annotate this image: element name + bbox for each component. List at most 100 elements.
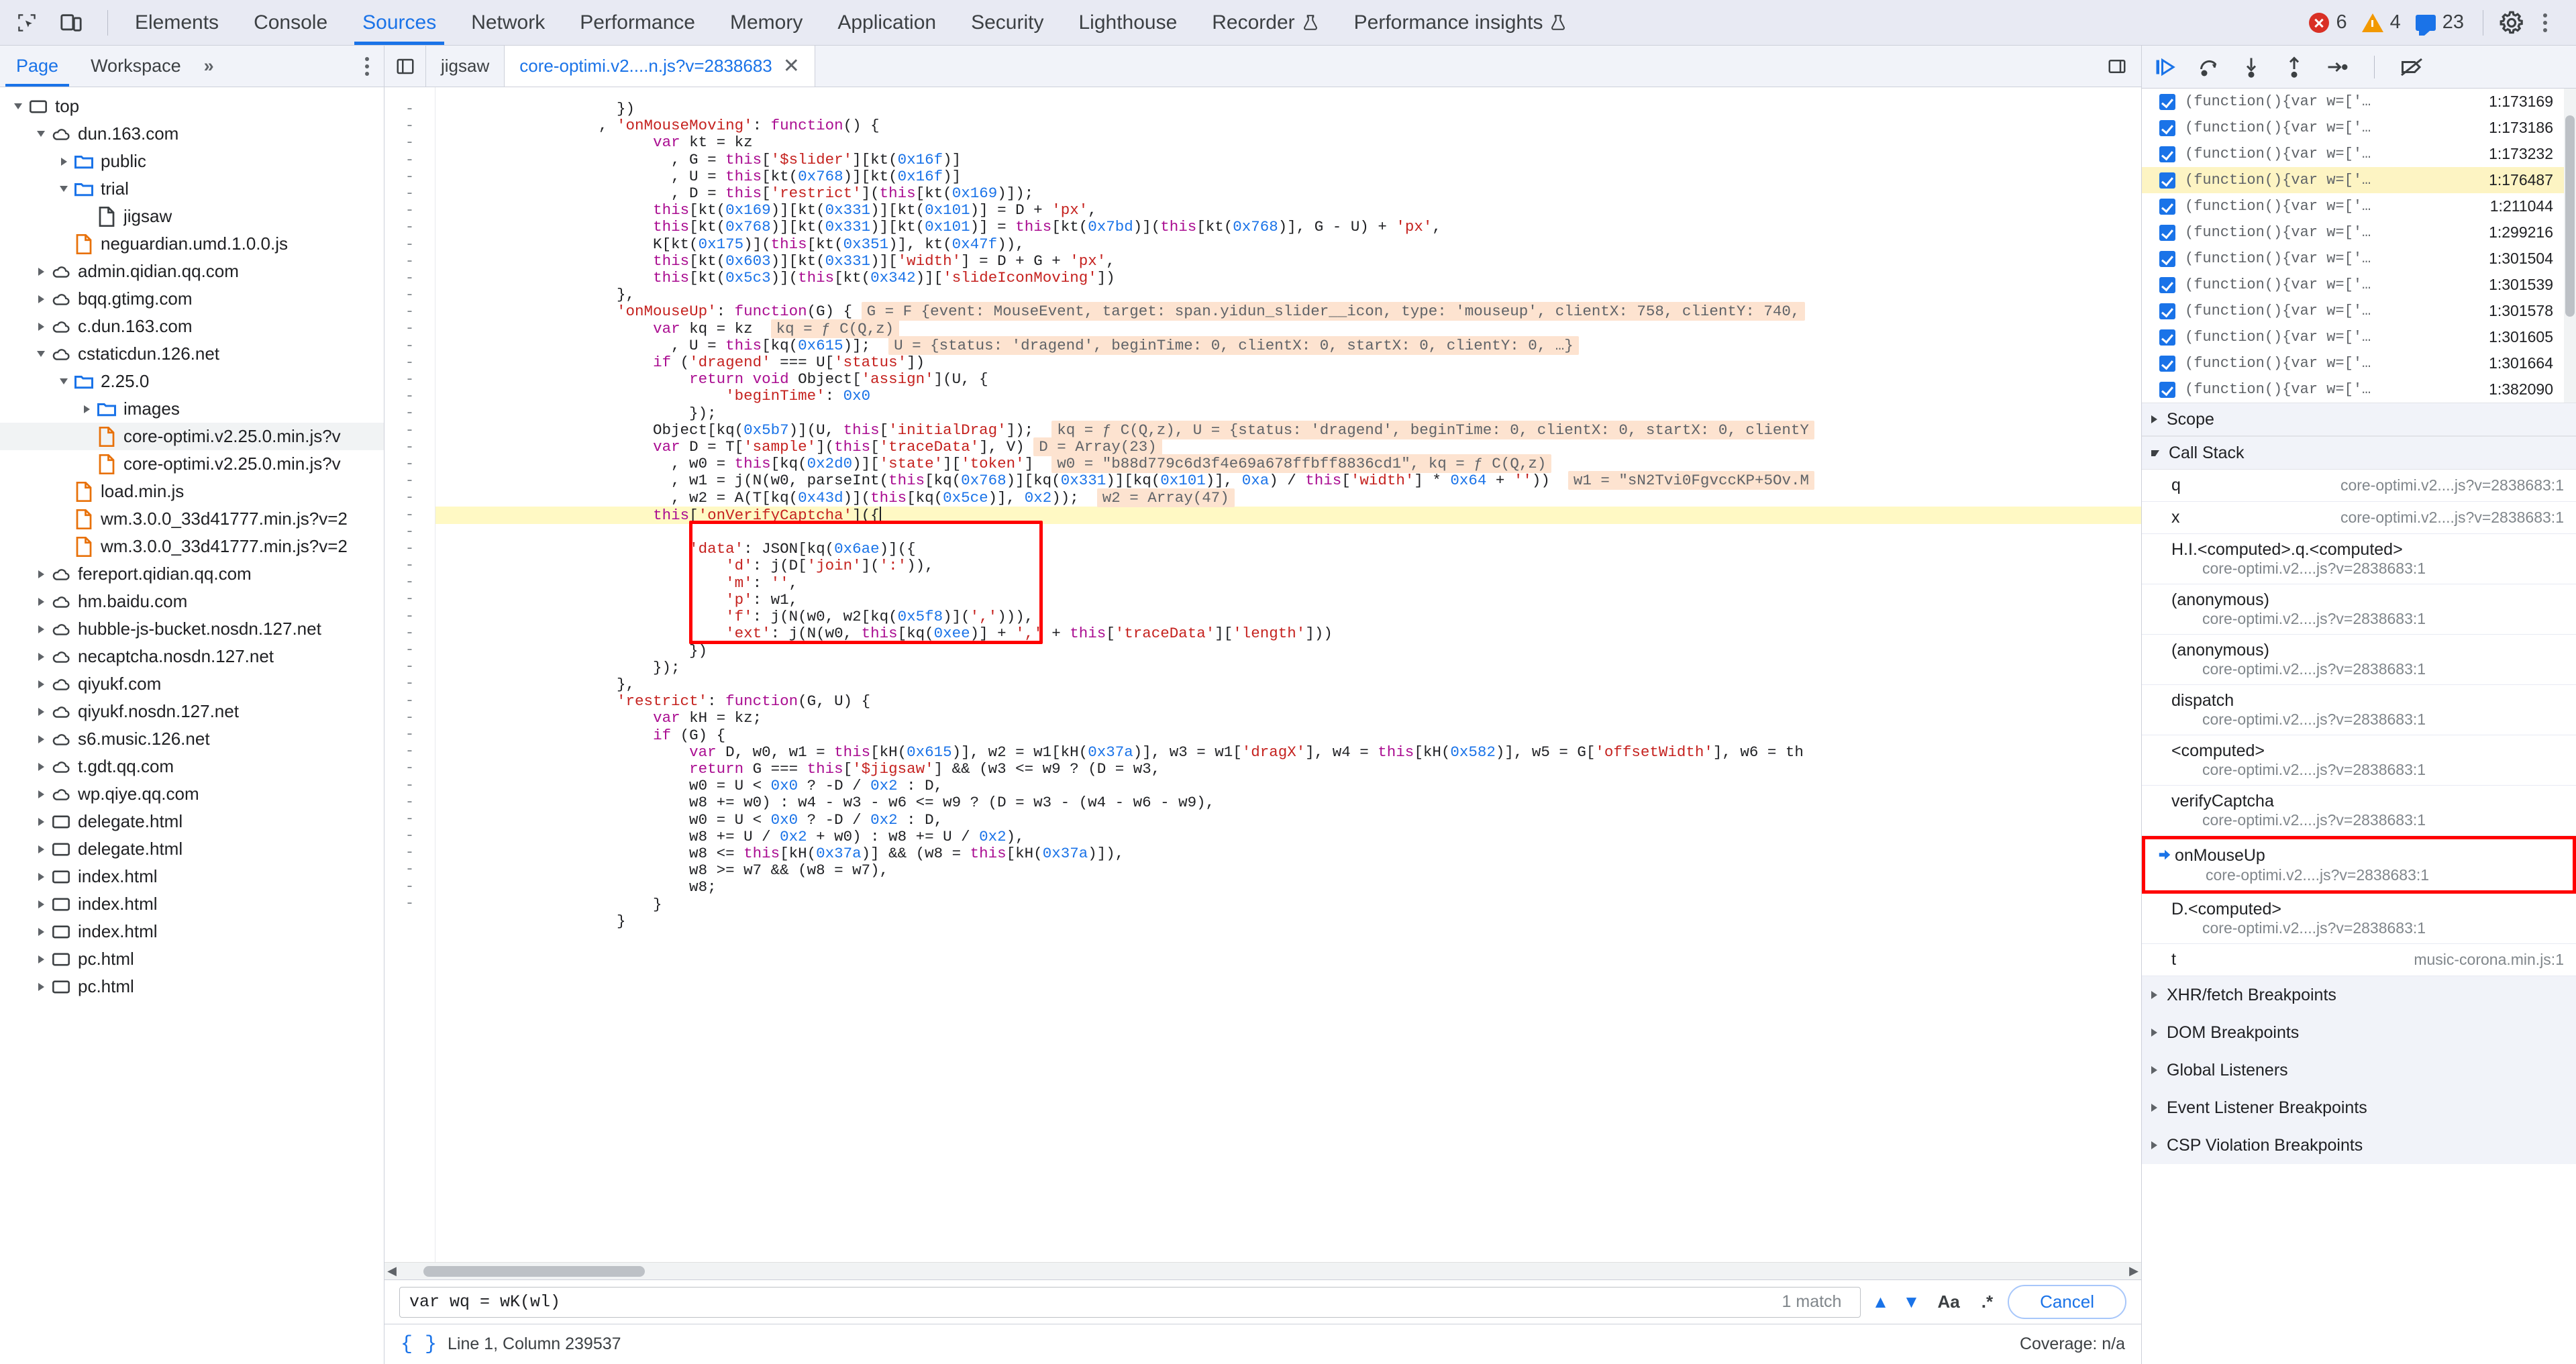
tab-security[interactable]: Security	[954, 0, 1061, 45]
call-stack-frame[interactable]: (anonymous) core-optimi.v2....js?v=283868…	[2142, 635, 2576, 685]
tab-performance-insights[interactable]: Performance insights	[1337, 0, 1585, 45]
more-tabs-icon[interactable]: »	[197, 56, 221, 76]
chevron-right-icon[interactable]	[32, 707, 50, 716]
breakpoint-row[interactable]: (function(){var w=['… 1:301504	[2142, 246, 2576, 272]
call-stack-frame[interactable]: dispatch core-optimi.v2....js?v=2838683:1	[2142, 685, 2576, 735]
tree-item-delegate-html[interactable]: delegate.html	[0, 808, 384, 835]
chevron-right-icon[interactable]	[32, 872, 50, 881]
navigator-tab-page[interactable]: Page	[0, 46, 74, 87]
chevron-right-icon[interactable]	[32, 680, 50, 688]
tree-item-wp-qiye-qq-com[interactable]: wp.qiye.qq.com	[0, 780, 384, 808]
chevron-right-icon[interactable]	[32, 845, 50, 853]
source-code[interactable]: }) , 'onMouseMoving': function() { var k…	[435, 87, 2141, 930]
call-stack-frame[interactable]: x core-optimi.v2....js?v=2838683:1	[2142, 502, 2576, 534]
chevron-right-icon[interactable]	[32, 267, 50, 276]
breakpoint-row[interactable]: (function(){var w=['… 1:301664	[2142, 350, 2576, 376]
tree-item-index-html[interactable]: index.html	[0, 918, 384, 945]
scroll-right-arrow[interactable]: ▶	[2126, 1264, 2141, 1278]
tree-item-core-optimi-v2-25-0-min-js-v[interactable]: core-optimi.v2.25.0.min.js?v	[0, 423, 384, 450]
call-stack-frame[interactable]: <computed> core-optimi.v2....js?v=2838683…	[2142, 735, 2576, 786]
chevron-right-icon[interactable]	[32, 762, 50, 771]
tab-memory[interactable]: Memory	[713, 0, 820, 45]
tab-application[interactable]: Application	[820, 0, 954, 45]
close-icon[interactable]: ✕	[783, 56, 800, 76]
breakpoint-row[interactable]: (function(){var w=['… 1:173169	[2142, 89, 2576, 115]
cancel-search-button[interactable]: Cancel	[2008, 1285, 2126, 1319]
call-stack-frame[interactable]: t music-corona.min.js:1	[2142, 944, 2576, 976]
chevron-right-icon[interactable]	[32, 625, 50, 633]
tree-item-2-25-0[interactable]: 2.25.0	[0, 368, 384, 395]
tab-lighthouse[interactable]: Lighthouse	[1061, 0, 1194, 45]
section-call-stack[interactable]: Call Stack	[2142, 436, 2576, 470]
breakpoint-checkbox[interactable]	[2159, 276, 2175, 293]
tree-item-bqq-gtimg-com[interactable]: bqq.gtimg.com	[0, 285, 384, 313]
chevron-down-icon[interactable]	[9, 103, 27, 109]
breakpoint-checkbox[interactable]	[2159, 172, 2175, 189]
breakpoint-checkbox[interactable]	[2159, 198, 2175, 215]
error-count-button[interactable]: 6	[2304, 11, 2352, 34]
breakpoint-checkbox[interactable]	[2159, 329, 2175, 346]
inspect-element-icon[interactable]	[12, 8, 42, 38]
horizontal-scrollbar-thumb[interactable]	[423, 1265, 645, 1277]
call-stack-frame[interactable]: verifyCaptcha core-optimi.v2....js?v=2838…	[2142, 786, 2576, 836]
resume-script-icon[interactable]	[2150, 52, 2181, 83]
match-case-button[interactable]: Aa	[1930, 1292, 1966, 1312]
tree-item-cstaticdun-126-net[interactable]: cstaticdun.126.net	[0, 340, 384, 368]
regex-button[interactable]: .*	[1975, 1292, 2000, 1312]
tree-item-wm-3-0-0-33d41777-min-js-v-2[interactable]: wm.3.0.0_33d41777.min.js?v=2	[0, 533, 384, 560]
scroll-left-arrow[interactable]: ◀	[384, 1264, 399, 1278]
tree-item-t-gdt-qq-com[interactable]: t.gdt.qq.com	[0, 753, 384, 780]
breakpoint-row[interactable]: (function(){var w=['… 1:211044	[2142, 193, 2576, 219]
chevron-right-icon[interactable]	[32, 817, 50, 826]
chevron-down-icon[interactable]	[55, 186, 72, 192]
tree-item-hm-baidu-com[interactable]: hm.baidu.com	[0, 588, 384, 615]
chevron-right-icon[interactable]	[32, 597, 50, 606]
tab-console[interactable]: Console	[236, 0, 345, 45]
tab-network[interactable]: Network	[454, 0, 562, 45]
breakpoint-row[interactable]: (function(){var w=['… 1:301539	[2142, 272, 2576, 298]
chevron-right-icon[interactable]	[32, 570, 50, 578]
tree-item-index-html[interactable]: index.html	[0, 863, 384, 890]
breakpoint-checkbox[interactable]	[2159, 250, 2175, 267]
chevron-right-icon[interactable]	[55, 157, 72, 166]
tree-item-pc-html[interactable]: pc.html	[0, 973, 384, 1000]
tab-recorder[interactable]: Recorder	[1194, 0, 1336, 45]
breakpoint-row[interactable]: (function(){var w=['… 1:301578	[2142, 298, 2576, 324]
tree-item-index-html[interactable]: index.html	[0, 890, 384, 918]
chevron-right-icon[interactable]	[32, 927, 50, 936]
call-stack-frame[interactable]: q core-optimi.v2....js?v=2838683:1	[2142, 470, 2576, 502]
tree-item-core-optimi-v2-25-0-min-js-v[interactable]: core-optimi.v2.25.0.min.js?v	[0, 450, 384, 478]
tab-performance[interactable]: Performance	[562, 0, 713, 45]
breakpoint-row[interactable]: (function(){var w=['… 1:173186	[2142, 115, 2576, 141]
tree-item-public[interactable]: public	[0, 148, 384, 175]
call-stack-frame[interactable]: H.I.<computed>.q.<computed> core-optimi.v…	[2142, 534, 2576, 584]
tree-item-necaptcha-nosdn-127-net[interactable]: necaptcha.nosdn.127.net	[0, 643, 384, 670]
breakpoint-row[interactable]: (function(){var w=['… 1:176487	[2142, 167, 2576, 193]
breakpoint-checkbox[interactable]	[2159, 224, 2175, 241]
breakpoint-row[interactable]: (function(){var w=['… 1:301605	[2142, 324, 2576, 350]
show-navigator-icon[interactable]	[384, 46, 426, 87]
tree-item-pc-html[interactable]: pc.html	[0, 945, 384, 973]
breakpoint-checkbox[interactable]	[2159, 119, 2175, 136]
warning-count-button[interactable]: 4	[2357, 11, 2406, 34]
breakpoint-row[interactable]: (function(){var w=['… 1:299216	[2142, 219, 2576, 246]
breakpoint-checkbox[interactable]	[2159, 93, 2175, 110]
pretty-print-icon[interactable]: { }	[401, 1333, 437, 1356]
call-stack-frame[interactable]: onMouseUp core-optimi.v2....js?v=2838683:…	[2142, 836, 2576, 894]
search-input[interactable]: var wq = wK(wl)	[409, 1292, 560, 1312]
breakpoints-scrollbar-thumb[interactable]	[2565, 115, 2575, 317]
tree-item-jigsaw[interactable]: jigsaw	[0, 203, 384, 230]
tree-item-images[interactable]: images	[0, 395, 384, 423]
search-prev-button[interactable]: ▲	[1869, 1292, 1892, 1312]
tab-elements[interactable]: Elements	[117, 0, 236, 45]
chevron-right-icon[interactable]	[32, 790, 50, 798]
tree-item-dun-163-com[interactable]: dun.163.com	[0, 120, 384, 148]
section-dom-breakpoints[interactable]: DOM Breakpoints	[2142, 1014, 2576, 1051]
step-over-icon[interactable]	[2193, 52, 2224, 83]
chevron-right-icon[interactable]	[32, 295, 50, 303]
section-scope[interactable]: Scope	[2142, 403, 2576, 436]
section-event-listener-breakpoints[interactable]: Event Listener Breakpoints	[2142, 1089, 2576, 1126]
search-next-button[interactable]: ▼	[1900, 1292, 1922, 1312]
tree-item-c-dun-163-com[interactable]: c.dun.163.com	[0, 313, 384, 340]
tree-item-s6-music-126-net[interactable]: s6.music.126.net	[0, 725, 384, 753]
